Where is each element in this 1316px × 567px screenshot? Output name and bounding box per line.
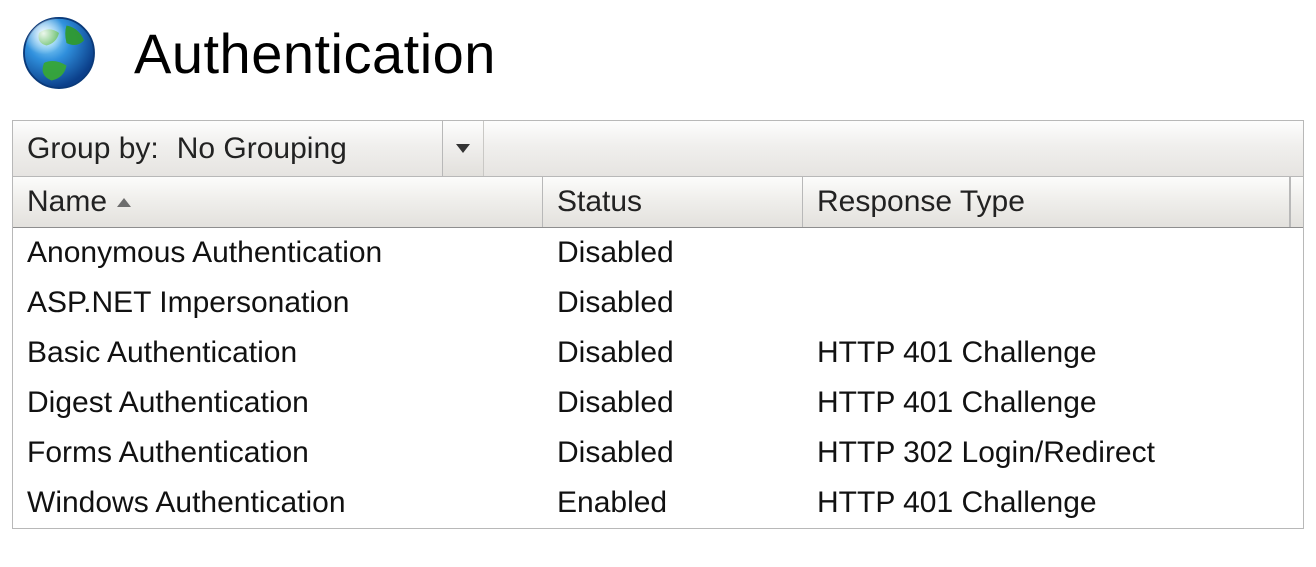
grid-body: Anonymous AuthenticationDisabledASP.NET … [13,228,1303,528]
grid-header: Name Status Response Type [13,176,1303,228]
cell-name: Basic Authentication [13,336,543,370]
groupby-value: No Grouping [177,132,347,166]
cell-status: Disabled [543,336,803,370]
cell-status: Disabled [543,236,803,270]
column-header-response-type[interactable]: Response Type [803,177,1290,227]
table-row[interactable]: Digest AuthenticationDisabledHTTP 401 Ch… [13,378,1303,428]
toolbar-filler [483,121,1303,176]
cell-response-type: HTTP 401 Challenge [803,336,1303,370]
cell-name: Digest Authentication [13,386,543,420]
cell-status: Disabled [543,286,803,320]
column-header-spacer [1290,177,1303,227]
page-header: Authentication [0,0,1316,120]
column-header-name-label: Name [27,185,107,219]
cell-name: Anonymous Authentication [13,236,543,270]
cell-response-type: HTTP 401 Challenge [803,486,1303,520]
table-row[interactable]: ASP.NET ImpersonationDisabled [13,278,1303,328]
cell-name: Forms Authentication [13,436,543,470]
cell-status: Disabled [543,436,803,470]
page-title: Authentication [134,21,496,86]
globe-icon [14,8,104,98]
column-header-name[interactable]: Name [13,177,543,227]
column-header-status[interactable]: Status [543,177,803,227]
table-row[interactable]: Basic AuthenticationDisabledHTTP 401 Cha… [13,328,1303,378]
cell-status: Enabled [543,486,803,520]
cell-response-type: HTTP 401 Challenge [803,386,1303,420]
toolbar: Group by: No Grouping [12,120,1304,176]
cell-response-type: HTTP 302 Login/Redirect [803,436,1303,470]
column-header-response-type-label: Response Type [817,185,1025,219]
cell-name: ASP.NET Impersonation [13,286,543,320]
table-row[interactable]: Anonymous AuthenticationDisabled [13,228,1303,278]
groupby-select[interactable]: No Grouping [167,121,483,176]
groupby-label: Group by: [13,121,167,176]
cell-name: Windows Authentication [13,486,543,520]
chevron-down-icon [456,144,470,153]
table-row[interactable]: Windows AuthenticationEnabledHTTP 401 Ch… [13,478,1303,528]
table-row[interactable]: Forms AuthenticationDisabledHTTP 302 Log… [13,428,1303,478]
groupby-dropdown-button[interactable] [442,121,483,176]
sort-asc-icon [117,198,131,207]
cell-status: Disabled [543,386,803,420]
authentication-grid: Name Status Response Type Anonymous Auth… [12,176,1304,529]
column-header-status-label: Status [557,185,642,219]
